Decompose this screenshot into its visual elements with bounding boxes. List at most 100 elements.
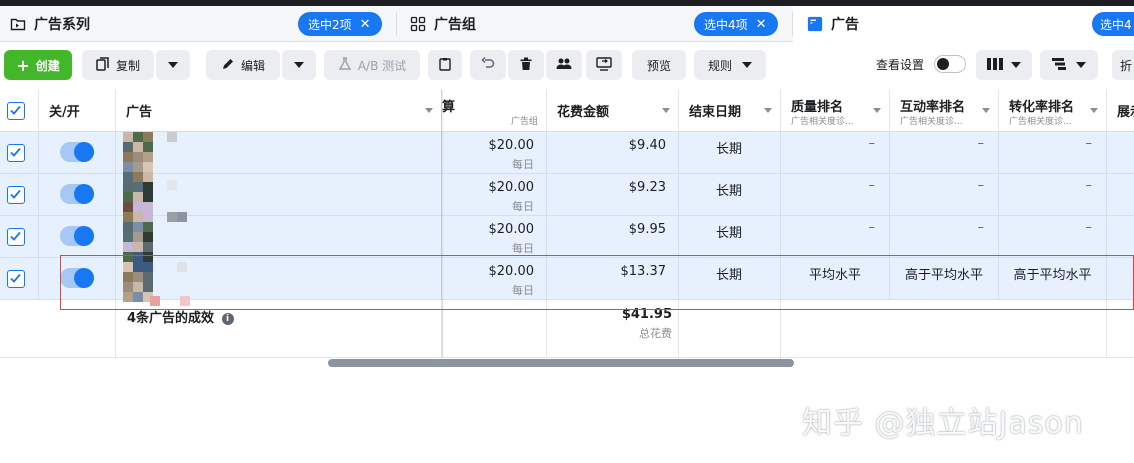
breakdown-button[interactable] (1040, 50, 1098, 80)
thumbnail-pixel (143, 222, 153, 232)
thumbnail-pixel (177, 262, 187, 272)
rules-button[interactable]: 规则 (694, 50, 766, 80)
create-button[interactable]: + 创建 (4, 50, 72, 80)
horizontal-scrollbar[interactable] (328, 359, 794, 367)
thumbnail-pixel (143, 282, 153, 292)
header-budget-sub: 广告组 (510, 117, 538, 127)
thumbnail-pixel (143, 152, 153, 162)
ads-selection-pill[interactable]: 选中4 (1092, 12, 1134, 36)
caret-down-icon (168, 62, 178, 68)
caret-down-icon (1011, 62, 1021, 68)
row-end-date: 长期 (715, 226, 742, 241)
thumbnail-pixel (123, 262, 133, 272)
ab-test-button[interactable]: A/B 测试 (324, 50, 420, 80)
row-checkbox[interactable] (7, 270, 25, 288)
tab-ads[interactable]: 广告 (793, 6, 1134, 42)
thumbnail-pixel (143, 182, 153, 192)
info-icon[interactable]: i (221, 313, 234, 325)
row-checkbox[interactable] (7, 144, 25, 162)
row-select-cell[interactable] (0, 258, 39, 300)
columns-button[interactable] (976, 50, 1032, 80)
header-ad-name[interactable]: 广告 (116, 90, 442, 132)
header-budget[interactable]: 预算 广告组 (442, 90, 547, 132)
sort-icon[interactable] (425, 108, 433, 113)
row-engagement-cell: – (890, 174, 999, 216)
thumbnail-pixel (123, 292, 133, 302)
tab-ads-label: 广告 (831, 17, 859, 33)
thumbnail-pixel (133, 252, 143, 262)
thumbnail-pixel (143, 262, 153, 272)
header-end-date[interactable]: 结束日期 (679, 90, 781, 132)
thumbnail-pixel (177, 212, 187, 222)
ad-on-off-switch[interactable] (60, 268, 94, 288)
thumbnail-pixel (123, 172, 133, 182)
row-select-cell[interactable] (0, 132, 39, 174)
table-row[interactable]: $20.00 每日 $9.95 长期 – – – (0, 216, 1134, 258)
campaigns-selection-pill[interactable]: 选中2项 ✕ (298, 12, 382, 36)
transfer-button[interactable] (586, 50, 622, 80)
row-select-cell[interactable] (0, 174, 39, 216)
thumbnail-pixel (143, 252, 153, 262)
tab-adsets-label: 广告组 (434, 17, 476, 33)
close-icon[interactable]: ✕ (756, 17, 767, 32)
sort-icon[interactable] (764, 108, 772, 113)
header-quality-ranking[interactable]: 质量排名 广告相关度诊... (781, 90, 890, 132)
ad-on-off-switch[interactable] (60, 226, 94, 246)
thumbnail-pixel (133, 222, 143, 232)
ad-on-off-switch[interactable] (60, 184, 94, 204)
summary-ranking-cell (781, 300, 1107, 358)
row-select-cell[interactable] (0, 216, 39, 258)
ad-on-off-switch[interactable] (60, 142, 94, 162)
row-end-cell: 长期 (679, 132, 781, 174)
close-icon[interactable]: ✕ (360, 17, 371, 32)
table-row[interactable]: $20.00 每日 $13.37 长期 平均水平 高于平均水平 高于平均水平 (0, 258, 1134, 300)
header-impressions-cut[interactable]: 展示 (1107, 90, 1134, 132)
header-engagement-ranking[interactable]: 互动率排名 广告相关度诊... (890, 90, 999, 132)
view-settings-toggle[interactable] (934, 55, 967, 73)
delete-button[interactable] (508, 50, 544, 80)
header-select-all[interactable] (0, 90, 39, 132)
row-ad-name-cell[interactable] (116, 132, 442, 174)
edit-button[interactable]: 编辑 (206, 50, 280, 80)
row-quality-cell: – (781, 132, 890, 174)
edit-label: 编辑 (240, 58, 265, 73)
sort-icon[interactable] (1090, 108, 1098, 113)
row-toggle-cell (39, 132, 116, 174)
row-ad-name-cell[interactable] (116, 174, 442, 216)
row-quality: 平均水平 (808, 268, 861, 283)
row-checkbox[interactable] (7, 186, 25, 204)
duplicate-button[interactable]: 复制 (82, 50, 154, 80)
header-conversion-ranking[interactable]: 转化率排名 广告相关度诊... (999, 90, 1107, 132)
tab-adsets[interactable]: 广告组 (410, 6, 476, 42)
row-budget-period: 每日 (512, 284, 534, 297)
row-amount-spent: $9.95 (628, 222, 666, 237)
thumbnail-pixel (180, 296, 190, 306)
row-toggle-cell (39, 174, 116, 216)
header-amount-spent[interactable]: 花费金额 (547, 90, 679, 132)
sort-icon[interactable] (873, 108, 881, 113)
row-end-cell: 长期 (679, 174, 781, 216)
row-ad-name-cell[interactable] (116, 216, 442, 258)
duplicate-dropdown-button[interactable] (156, 50, 190, 80)
clipboard-button[interactable] (428, 50, 462, 80)
toggle-knob (937, 58, 950, 70)
row-quality-cell: – (781, 216, 890, 258)
audience-button[interactable] (546, 50, 582, 80)
tab-campaigns[interactable]: 广告系列 (10, 6, 90, 42)
row-engagement-cell: 高于平均水平 (890, 258, 999, 300)
sort-icon[interactable] (662, 108, 670, 113)
edit-dropdown-button[interactable] (282, 50, 316, 80)
adsets-selection-pill[interactable]: 选中4项 ✕ (694, 12, 778, 36)
row-checkbox[interactable] (7, 228, 25, 246)
row-budget-period: 每日 (512, 200, 534, 213)
row-ad-name-cell[interactable] (116, 258, 442, 300)
select-all-checkbox[interactable] (7, 102, 25, 120)
thumbnail-pixel (123, 252, 133, 262)
preview-button[interactable]: 预览 (632, 50, 686, 80)
reports-button-cut[interactable]: 折 (1112, 50, 1134, 80)
row-impressions-cell (1107, 216, 1134, 258)
sort-icon[interactable] (982, 108, 990, 113)
switch-knob (74, 226, 94, 246)
caret-down-icon (1076, 62, 1086, 68)
undo-button[interactable] (470, 50, 506, 80)
